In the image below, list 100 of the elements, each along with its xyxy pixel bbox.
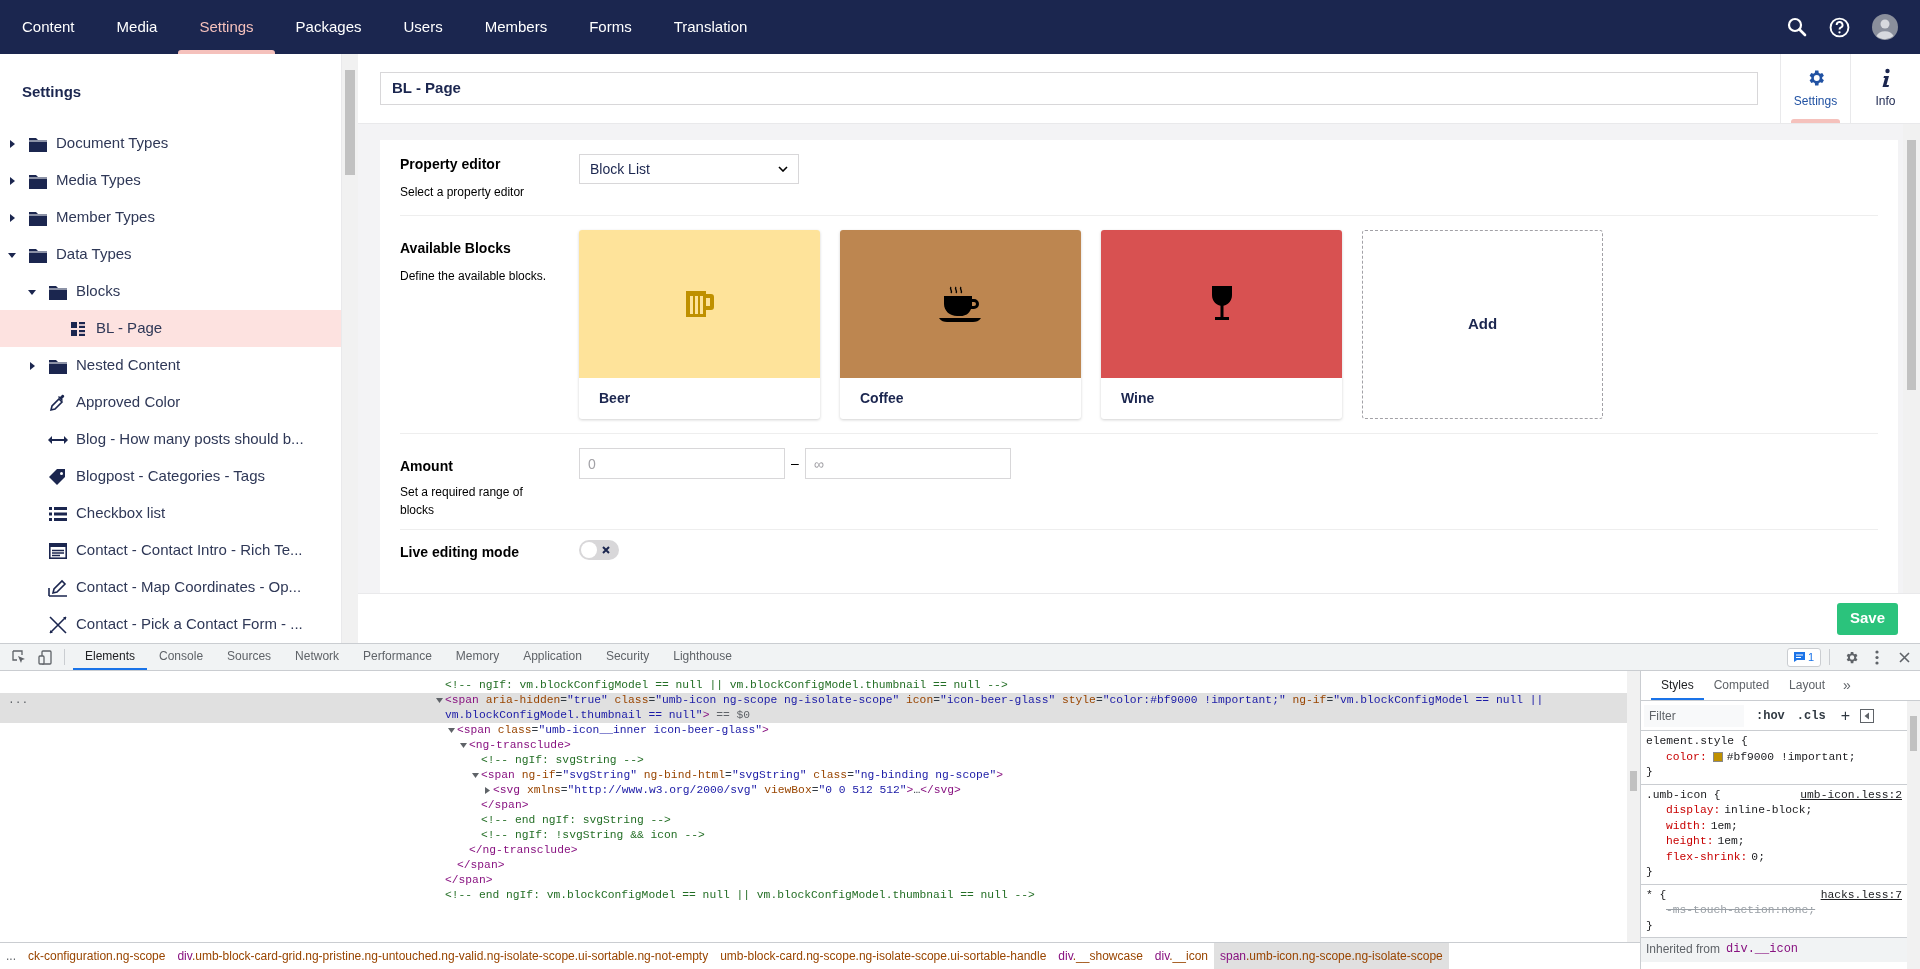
css-property: -ms-touch-action: (1666, 903, 1782, 918)
caret-icon[interactable] (448, 727, 455, 734)
breadcrumb[interactable]: div.__showcase (1052, 943, 1149, 969)
nav-tab[interactable]: Translation (652, 0, 769, 54)
devtools-tab[interactable]: Application (511, 644, 594, 670)
item-icon (49, 393, 67, 412)
styles-tab[interactable]: Styles (1651, 671, 1704, 700)
tree-item[interactable]: Blog - How many posts should b... (0, 421, 341, 458)
inherited-selector[interactable]: div.__icon (1726, 942, 1799, 958)
css-value: #bf9000 !important; (1726, 749, 1856, 765)
block-name: Beer (598, 389, 632, 408)
code-line: <!-- ngIf: vm.blockConfigModel == null || vm.blockConfigModel.thumbnail == null --> (445, 678, 1009, 693)
avatar-icon[interactable] (1872, 14, 1898, 40)
css-selector: element.style { (1646, 734, 1748, 749)
devtools-tab[interactable]: Network (283, 644, 352, 670)
css-selector: .umb-icon { (1646, 787, 1721, 803)
breadcrumb[interactable]: span.umb-icon.ng-scope.ng-isolate-scope (1214, 943, 1449, 969)
closing-brace: } (1646, 918, 1654, 934)
more-tabs-chevron[interactable]: » (1843, 675, 1851, 696)
cls-button[interactable]: .cls (1796, 706, 1826, 725)
tree-item[interactable]: Approved Color (0, 384, 341, 421)
sidebar-toggle-icon[interactable] (1859, 708, 1874, 723)
app-tab[interactable]: Settings (1780, 54, 1850, 123)
nav-tab[interactable]: Users (382, 0, 464, 54)
search-icon[interactable] (1787, 17, 1807, 37)
nav-tab[interactable]: Forms (568, 0, 653, 54)
caret-icon[interactable] (8, 176, 16, 185)
code-line: </span> (445, 873, 494, 888)
toggle-switch[interactable] (579, 540, 619, 560)
nav-tab[interactable]: Content (1, 0, 96, 54)
nav-tab[interactable]: Media (95, 0, 179, 54)
code-line: <!-- ngIf: svgString --> (481, 753, 645, 768)
name-field[interactable]: BL - Page (380, 72, 1758, 105)
devtools-tab[interactable]: Performance (351, 644, 444, 670)
caret-icon[interactable] (8, 250, 16, 259)
filter-field[interactable]: Filter (1644, 704, 1744, 727)
css-value: 0; (1751, 849, 1765, 865)
nav-tab[interactable]: Packages (274, 0, 383, 54)
devtools-tab[interactable]: Sources (215, 644, 284, 670)
hov-button[interactable]: :hov (1756, 706, 1785, 725)
tree-item[interactable]: BL - Page (0, 310, 341, 347)
caret-icon[interactable] (472, 772, 479, 779)
row-menu-dots[interactable]: ... (8, 694, 29, 706)
maximum-field[interactable]: ∞ (804, 448, 1011, 479)
breadcrumb[interactable]: div.umb-block-card-grid.ng-pristine.ng-untouched.ng-valid.ng-isolate-scope.ui-sortable.ng-not-empty (171, 943, 715, 969)
issues-badge[interactable]: 1 (1786, 647, 1821, 667)
range-separator: – (791, 454, 799, 473)
settings-icon[interactable] (1844, 649, 1859, 665)
breadcrumb[interactable]: div.__icon (1148, 943, 1214, 969)
caret-icon[interactable] (28, 361, 36, 370)
tree-item[interactable]: Contact - Map Coordinates - Op... (0, 569, 341, 606)
block-card[interactable]: Wine (1101, 230, 1342, 419)
devtools-tab[interactable]: Memory (443, 644, 512, 670)
tree-item[interactable]: Blocks (0, 273, 341, 310)
tree-item[interactable]: Document Types (0, 125, 341, 162)
tree-item[interactable]: Checkbox list (0, 495, 341, 532)
minimum-field[interactable]: 0 (579, 448, 785, 479)
nav-tab[interactable]: Members (463, 0, 569, 54)
caret-icon[interactable] (8, 213, 16, 222)
block-card[interactable]: Beer (579, 230, 820, 419)
devtools-tab[interactable]: Lighthouse (661, 644, 744, 670)
css-value: none; (1781, 903, 1816, 918)
device-icon[interactable] (38, 649, 52, 665)
selected-marker: == $0 (716, 709, 751, 721)
breadcrumb[interactable]: ... (0, 943, 22, 969)
styles-tab[interactable]: Computed (1703, 671, 1780, 700)
tree-item[interactable]: Nested Content (0, 347, 341, 384)
closing-brace: } (1646, 865, 1654, 880)
property-description: Select a property editor (400, 184, 526, 201)
property-editor-select[interactable]: Block List (579, 154, 799, 184)
breadcrumb[interactable]: umb-block-card.ng-scope.ng-isolate-scope.ui-sortable-handle (714, 943, 1053, 969)
caret-icon[interactable] (484, 787, 491, 794)
tree-item[interactable]: Member Types (0, 199, 341, 236)
devtools-tab[interactable]: Console (147, 644, 216, 670)
caret-icon[interactable] (28, 287, 36, 296)
tree-item[interactable]: Media Types (0, 162, 341, 199)
add-block-button[interactable]: Add (1362, 230, 1603, 419)
caret-icon[interactable] (460, 742, 467, 749)
app-tab[interactable]: Info (1850, 54, 1920, 123)
devtools-tab[interactable]: Elements (73, 644, 148, 670)
source-link[interactable]: hacks.less:7 (1820, 887, 1902, 903)
inspect-icon[interactable] (12, 650, 26, 664)
more-icon[interactable] (1875, 649, 1879, 665)
help-icon[interactable] (1829, 16, 1850, 38)
caret-icon[interactable] (8, 139, 16, 148)
block-card[interactable]: Coffee (840, 230, 1081, 419)
tree-item[interactable]: Contact - Pick a Contact Form - ... (0, 606, 341, 643)
new-rule-button[interactable]: + (1840, 707, 1850, 724)
styles-tab[interactable]: Layout (1779, 671, 1836, 700)
code-line: <span class="umb-icon__inner icon-beer-glass"> (457, 723, 770, 738)
tree-item[interactable]: Data Types (0, 236, 341, 273)
source-link[interactable]: umb-icon.less:2 (1800, 787, 1902, 803)
css-value: inline-block; (1724, 803, 1813, 818)
close-icon[interactable] (1899, 651, 1910, 663)
devtools-tab[interactable]: Security (593, 644, 662, 670)
breadcrumb[interactable]: ck-configuration.ng-scope (22, 943, 172, 969)
color-swatch[interactable] (1712, 752, 1723, 763)
tree-item[interactable]: Contact - Contact Intro - Rich Te... (0, 532, 341, 569)
nav-tab[interactable]: Settings (178, 0, 275, 54)
tree-item[interactable]: Blogpost - Categories - Tags (0, 458, 341, 495)
